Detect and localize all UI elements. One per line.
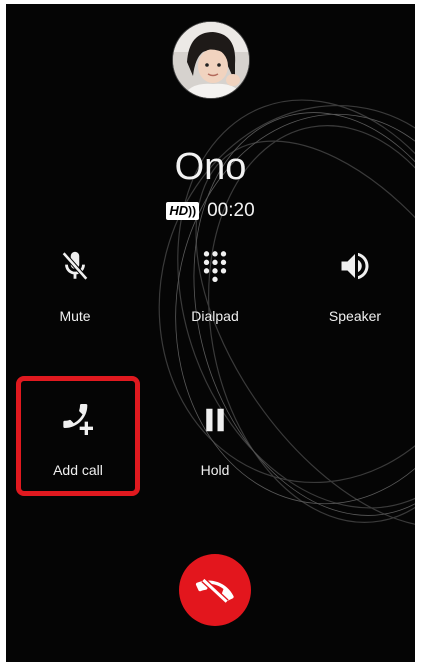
caller-avatar [172,21,250,99]
end-call-button[interactable] [179,554,251,626]
add-call-icon [63,404,93,435]
dialpad-button[interactable]: Dialpad [160,246,270,324]
speaker-icon [341,252,369,280]
caller-name: Ono [174,146,247,188]
hold-label: Hold [200,462,230,478]
hd-voice-badge: HD)) [166,202,200,220]
hold-button[interactable]: Hold [160,400,270,478]
speaker-button[interactable]: Speaker [300,246,410,324]
pause-icon [206,408,224,432]
speaker-label: Speaker [328,308,382,324]
mute-button[interactable]: Mute [20,246,130,324]
mic-off-icon [61,251,89,281]
call-timer: 00:20 [207,200,255,221]
add-call-button[interactable]: Add call [23,400,133,478]
mute-label: Mute [59,308,91,324]
dialpad-icon [203,251,227,283]
call-status: HD)) 00:20 [0,200,421,222]
add-call-label: Add call [53,462,103,478]
end-call-icon [195,577,234,604]
dialpad-label: Dialpad [191,308,239,324]
